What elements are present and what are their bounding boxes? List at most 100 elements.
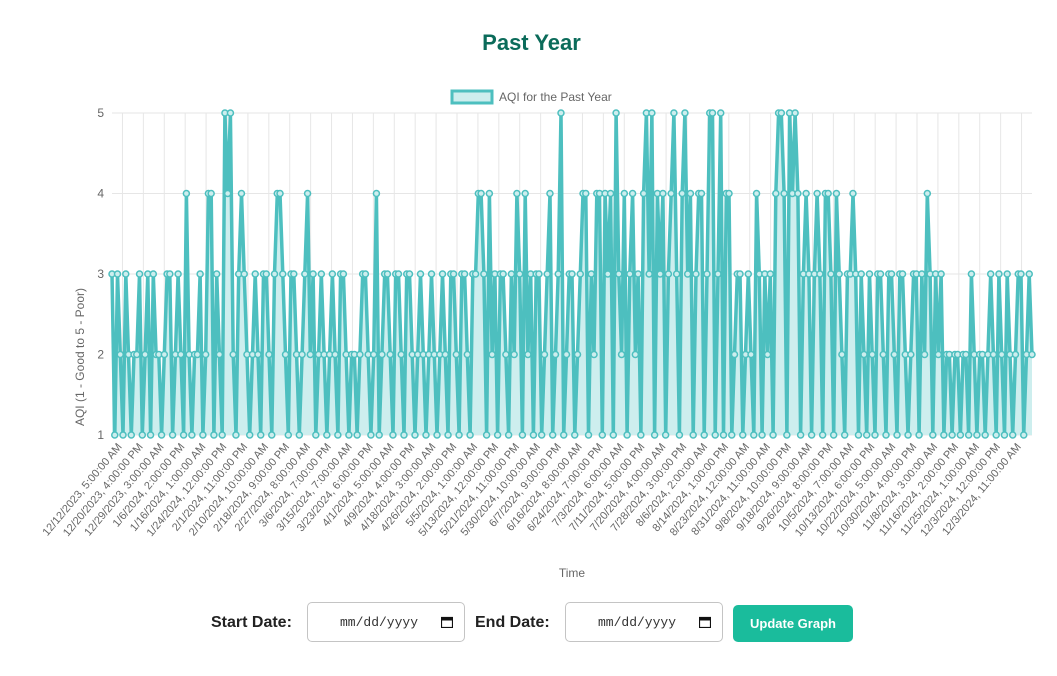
data-point: [615, 270, 623, 278]
data-point: [992, 431, 1000, 439]
data-point: [339, 270, 348, 278]
data-point: [546, 189, 554, 198]
data-point: [240, 270, 248, 278]
legend[interactable]: AQI for the Past Year: [450, 89, 612, 105]
data-point: [444, 431, 452, 439]
data-point: [780, 189, 788, 198]
data-point: [168, 431, 177, 439]
data-point: [747, 350, 755, 359]
data-point: [111, 431, 119, 439]
aqi-chart: 1234512/12/2023, 5:00:00 AM12/20/2023, 4…: [40, 89, 1036, 580]
data-point: [397, 350, 405, 359]
page-title: Past Year: [482, 30, 581, 55]
data-point: [513, 189, 521, 198]
data-point: [807, 431, 816, 439]
data-point: [127, 431, 136, 439]
end-date-input[interactable]: mm/dd/yyyy: [565, 602, 723, 642]
data-point: [193, 350, 202, 359]
data-point: [791, 109, 799, 117]
data-point: [802, 189, 810, 198]
data-point: [281, 350, 290, 359]
data-point: [254, 350, 262, 359]
data-point: [268, 431, 276, 439]
data-point: [824, 189, 832, 198]
data-point: [157, 431, 166, 439]
data-point: [237, 189, 246, 198]
data-point: [739, 431, 747, 439]
data-point: [551, 350, 560, 359]
data-point: [557, 109, 565, 117]
data-point: [725, 189, 733, 198]
data-point: [617, 350, 626, 359]
data-point: [323, 431, 331, 439]
data-point: [554, 270, 562, 278]
data-point: [609, 431, 618, 439]
data-point: [1008, 431, 1017, 439]
data-point: [918, 270, 926, 278]
data-point: [604, 270, 612, 278]
data-point: [460, 270, 469, 278]
end-date-label: End Date:: [475, 614, 550, 631]
data-point: [312, 431, 320, 439]
data-point: [934, 350, 943, 359]
data-point: [116, 350, 125, 359]
data-point: [548, 431, 557, 439]
data-point: [210, 431, 218, 439]
legend-label: AQI for the Past Year: [499, 90, 612, 104]
data-point: [441, 350, 450, 359]
data-point: [488, 350, 496, 359]
data-point: [752, 189, 761, 198]
calendar-icon[interactable]: [699, 616, 711, 628]
data-point: [628, 189, 637, 198]
data-point: [763, 350, 772, 359]
data-point: [179, 431, 188, 439]
data-point: [829, 431, 838, 439]
update-graph-button[interactable]: Update Graph: [733, 605, 853, 642]
data-point: [298, 350, 306, 359]
calendar-icon[interactable]: [441, 616, 453, 628]
data-point: [521, 189, 529, 198]
legend-swatch: [450, 89, 494, 105]
data-point: [678, 189, 686, 198]
data-point: [502, 350, 510, 359]
data-point: [559, 431, 568, 439]
data-point: [794, 189, 802, 198]
data-point: [226, 109, 235, 117]
data-point: [262, 270, 271, 278]
data-point: [719, 431, 728, 439]
data-point: [631, 350, 640, 359]
data-point: [862, 431, 871, 439]
data-point: [876, 270, 885, 278]
y-tick-label: 1: [97, 428, 104, 442]
data-point: [1011, 350, 1020, 359]
data-point: [937, 270, 945, 278]
data-point: [433, 431, 441, 439]
data-point: [1017, 270, 1025, 278]
data-point: [973, 431, 981, 439]
data-point: [986, 270, 995, 278]
data-point: [887, 270, 896, 278]
data-point: [989, 350, 998, 359]
data-point: [146, 431, 155, 439]
data-point: [703, 270, 711, 278]
start-date-input[interactable]: mm/dd/yyyy: [307, 602, 465, 642]
data-point: [708, 109, 717, 117]
data-point: [207, 189, 215, 198]
data-point: [174, 270, 182, 278]
data-point: [135, 270, 144, 278]
data-point: [923, 189, 932, 198]
data-point: [689, 431, 697, 439]
data-point: [865, 270, 874, 278]
data-point: [661, 431, 670, 439]
data-point: [840, 431, 849, 439]
y-tick-label: 5: [97, 106, 104, 120]
data-point: [816, 270, 824, 278]
date-controls: Start Date: mm/dd/yyyy End Date: mm/dd/y…: [0, 600, 1057, 646]
data-point: [361, 270, 370, 278]
y-axis-title: AQI (1 - Good to 5 - Poor): [73, 288, 87, 426]
data-point: [383, 270, 392, 278]
data-point: [827, 270, 835, 278]
data-point: [587, 270, 596, 278]
data-point: [1019, 431, 1028, 439]
data-point: [598, 431, 607, 439]
